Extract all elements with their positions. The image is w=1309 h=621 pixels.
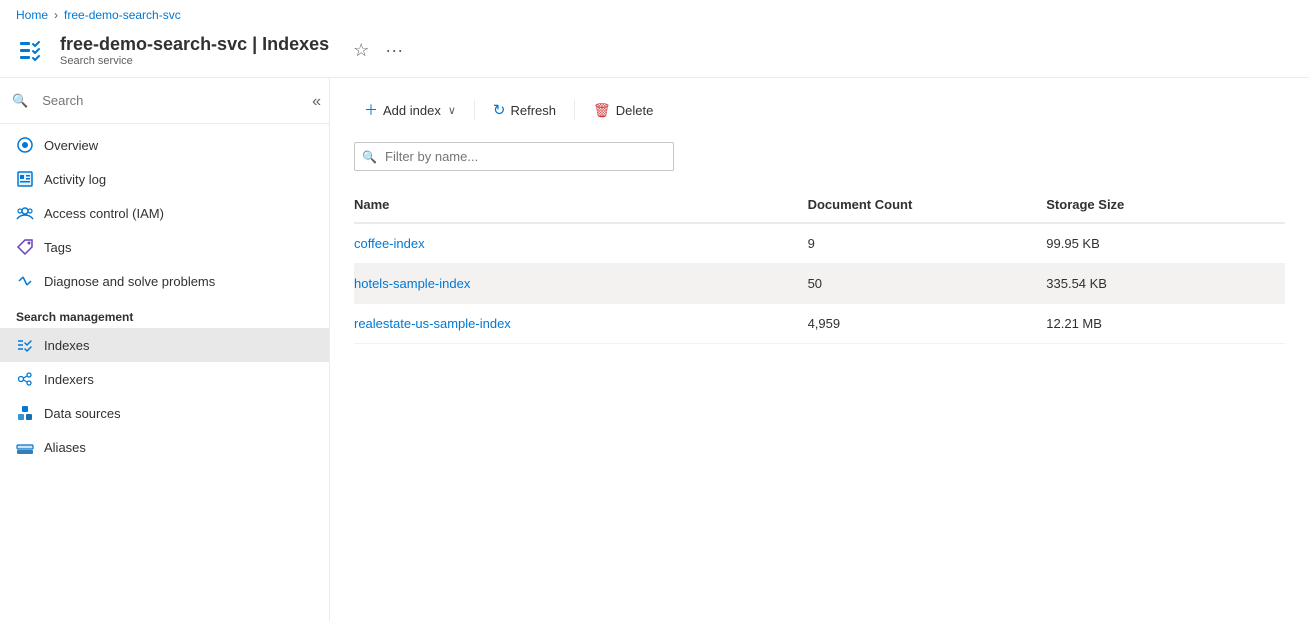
overview-icon bbox=[16, 136, 34, 154]
indexes-table: Name Document Count Storage Size coffee-… bbox=[354, 187, 1285, 344]
sidebar-nav: Overview Activity log Access control (IA… bbox=[0, 124, 329, 621]
delete-icon: 🗑 bbox=[593, 102, 611, 119]
sidebar-item-indexers[interactable]: Indexers bbox=[0, 362, 329, 396]
page-header: free-demo-search-svc | Indexes Search se… bbox=[0, 30, 1309, 78]
diagnose-icon bbox=[16, 272, 34, 290]
tags-icon bbox=[16, 238, 34, 256]
index-storage-size: 335.54 KB bbox=[1046, 264, 1285, 304]
sidebar-item-indexes-label: Indexes bbox=[44, 338, 90, 353]
page-subtitle: Search service bbox=[60, 55, 329, 67]
data-sources-icon bbox=[16, 404, 34, 422]
sidebar-search-container: 🔍 « bbox=[0, 78, 329, 124]
page-title: free-demo-search-svc | Indexes bbox=[60, 34, 329, 55]
table-row: hotels-sample-index 50335.54 KB bbox=[354, 264, 1285, 304]
add-icon: ＋ bbox=[364, 100, 378, 120]
indexes-table-wrap: Name Document Count Storage Size coffee-… bbox=[354, 187, 1285, 605]
sidebar-item-indexers-label: Indexers bbox=[44, 372, 94, 387]
sidebar-item-tags[interactable]: Tags bbox=[0, 230, 329, 264]
sidebar-item-overview-label: Overview bbox=[44, 138, 98, 153]
sidebar-item-diagnose-label: Diagnose and solve problems bbox=[44, 274, 215, 289]
sidebar-item-overview[interactable]: Overview bbox=[0, 128, 329, 162]
header-text: free-demo-search-svc | Indexes Search se… bbox=[60, 34, 329, 67]
table-row: coffee-index 999.95 KB bbox=[354, 223, 1285, 264]
sidebar-item-diagnose[interactable]: Diagnose and solve problems bbox=[0, 264, 329, 298]
indexes-icon bbox=[16, 336, 34, 354]
header-actions: ☆ ··· bbox=[349, 36, 407, 65]
more-options-button[interactable]: ··· bbox=[381, 36, 407, 65]
breadcrumb: Home › free-demo-search-svc bbox=[0, 0, 1309, 30]
sidebar-item-activity-log[interactable]: Activity log bbox=[0, 162, 329, 196]
sidebar: 🔍 « Overview Activity log bbox=[0, 78, 330, 621]
refresh-icon: ↻ bbox=[493, 101, 506, 119]
index-doc-count: 4,959 bbox=[808, 304, 1047, 344]
add-index-button[interactable]: ＋ Add index ∨ bbox=[354, 94, 466, 126]
col-header-name: Name bbox=[354, 187, 808, 223]
sidebar-item-indexes[interactable]: Indexes bbox=[0, 328, 329, 362]
service-icon bbox=[16, 35, 48, 67]
index-name-cell: coffee-index bbox=[354, 223, 808, 264]
index-storage-size: 99.95 KB bbox=[1046, 223, 1285, 264]
index-storage-size: 12.21 MB bbox=[1046, 304, 1285, 344]
add-index-label: Add index bbox=[383, 103, 441, 118]
delete-button[interactable]: 🗑 Delete bbox=[583, 96, 663, 125]
index-name-link[interactable]: coffee-index bbox=[354, 236, 425, 251]
index-name-cell: realestate-us-sample-index bbox=[354, 304, 808, 344]
sidebar-item-access-control[interactable]: Access control (IAM) bbox=[0, 196, 329, 230]
toolbar: ＋ Add index ∨ ↻ Refresh 🗑 Delete bbox=[354, 94, 1285, 126]
index-name-cell: hotels-sample-index bbox=[354, 264, 808, 304]
sidebar-item-tags-label: Tags bbox=[44, 240, 71, 255]
access-control-icon bbox=[16, 204, 34, 222]
search-icon: 🔍 bbox=[12, 93, 28, 109]
delete-label: Delete bbox=[616, 103, 654, 118]
breadcrumb-separator: › bbox=[54, 8, 58, 22]
activity-log-icon bbox=[16, 170, 34, 188]
sidebar-item-aliases[interactable]: Aliases bbox=[0, 430, 329, 464]
aliases-icon bbox=[16, 438, 34, 456]
toolbar-separator bbox=[474, 100, 475, 120]
search-management-section: Search management bbox=[0, 298, 329, 328]
filter-input[interactable] bbox=[354, 142, 674, 171]
breadcrumb-home[interactable]: Home bbox=[16, 8, 48, 22]
sidebar-item-data-sources[interactable]: Data sources bbox=[0, 396, 329, 430]
sidebar-item-data-sources-label: Data sources bbox=[44, 406, 121, 421]
breadcrumb-service[interactable]: free-demo-search-svc bbox=[64, 8, 181, 22]
col-header-size: Storage Size bbox=[1046, 187, 1285, 223]
main-content: ＋ Add index ∨ ↻ Refresh 🗑 Delete bbox=[330, 78, 1309, 621]
refresh-label: Refresh bbox=[510, 103, 556, 118]
filter-input-wrapper bbox=[354, 142, 674, 171]
indexers-icon bbox=[16, 370, 34, 388]
filter-bar bbox=[354, 142, 1285, 171]
sidebar-item-activity-log-label: Activity log bbox=[44, 172, 106, 187]
toolbar-separator-2 bbox=[574, 100, 575, 120]
index-name-link[interactable]: realestate-us-sample-index bbox=[354, 316, 511, 331]
index-doc-count: 9 bbox=[808, 223, 1047, 264]
add-dropdown-icon: ∨ bbox=[448, 104, 456, 117]
col-header-count: Document Count bbox=[808, 187, 1047, 223]
favorite-button[interactable]: ☆ bbox=[349, 36, 373, 65]
table-row: realestate-us-sample-index 4,95912.21 MB bbox=[354, 304, 1285, 344]
refresh-button[interactable]: ↻ Refresh bbox=[483, 95, 566, 125]
collapse-button[interactable]: « bbox=[304, 88, 329, 116]
index-name-link[interactable]: hotels-sample-index bbox=[354, 276, 470, 291]
sidebar-item-aliases-label: Aliases bbox=[44, 440, 86, 455]
sidebar-item-access-control-label: Access control (IAM) bbox=[44, 206, 164, 221]
index-doc-count: 50 bbox=[808, 264, 1047, 304]
search-input[interactable] bbox=[34, 88, 317, 113]
